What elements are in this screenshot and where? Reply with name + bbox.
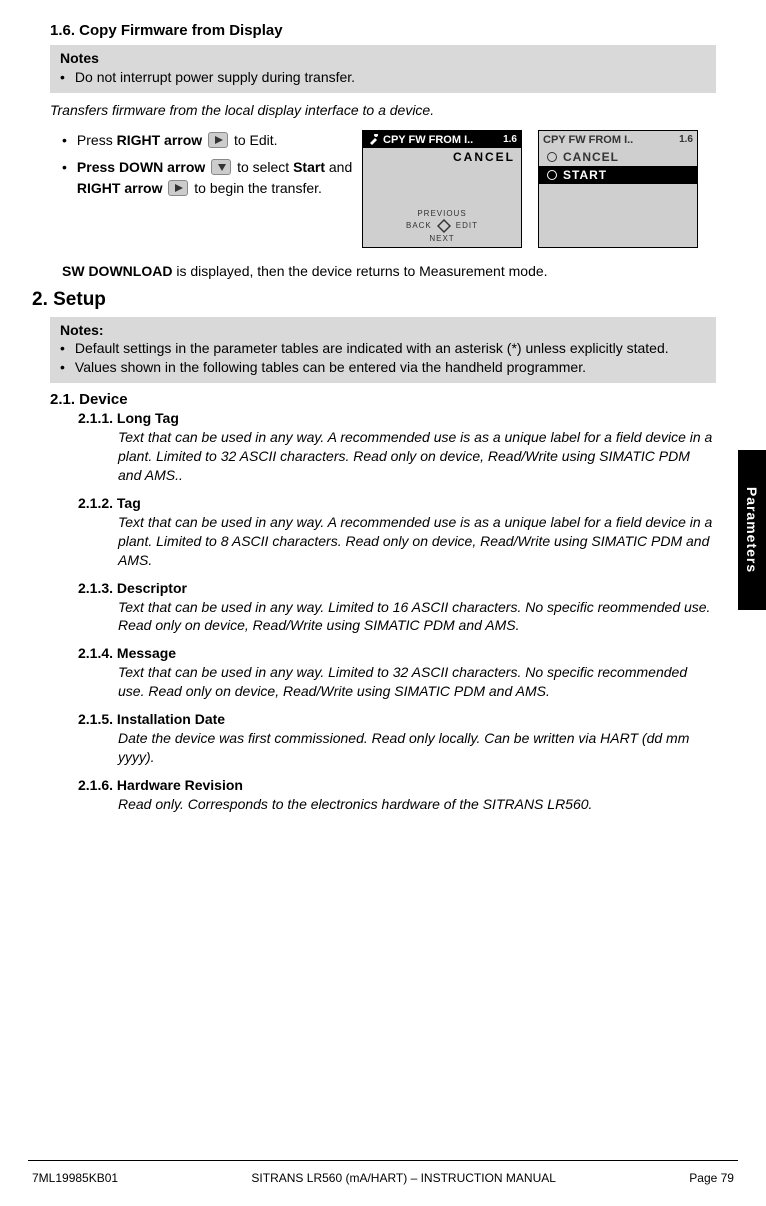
- notes-title: Notes: [60, 50, 99, 66]
- heading-2-setup: 2. Setup: [32, 289, 716, 311]
- entry-heading: 2.1.5. Installation Date: [78, 711, 716, 727]
- side-tab-parameters: Parameters: [738, 450, 766, 610]
- parameter-entry: 2.1.3. Descriptor Text that can be used i…: [78, 580, 716, 636]
- entry-body: Text that can be used in any way. A reco…: [118, 513, 716, 570]
- entry-heading: 2.1.3. Descriptor: [78, 580, 716, 596]
- radio-icon: [547, 170, 557, 180]
- lcd-screen-1: CPY FW FROM I.. 1.6 CANCEL PREVIOUS BACK…: [362, 130, 522, 248]
- entry-body: Text that can be used in any way. A reco…: [118, 428, 716, 485]
- lcd2-version: 1.6: [679, 134, 693, 145]
- entry-body: Text that can be used in any way. Limite…: [118, 598, 716, 636]
- heading-2-1: 2.1. Device: [50, 391, 716, 408]
- sw-download-note: SW DOWNLOAD is displayed, then the devic…: [62, 262, 716, 281]
- step-2: Press DOWN arrow to select Start and RIG…: [62, 157, 362, 199]
- wrench-icon: [367, 134, 379, 146]
- notes-title: Notes:: [60, 322, 104, 338]
- notes-box-setup: Notes: Default settings in the parameter…: [50, 317, 716, 384]
- parameter-entry: 2.1.5. Installation Date Date the device …: [78, 711, 716, 767]
- lcd2-option-start: START: [539, 166, 697, 184]
- footer-page: Page 79: [689, 1171, 734, 1185]
- entry-heading: 2.1.1. Long Tag: [78, 410, 716, 426]
- parameter-entry: 2.1.4. Message Text that can be used in a…: [78, 645, 716, 701]
- lcd-screenshots: CPY FW FROM I.. 1.6 CANCEL PREVIOUS BACK…: [362, 130, 698, 248]
- entry-body: Text that can be used in any way. Limite…: [118, 663, 716, 701]
- note-text: Values shown in the following tables can…: [75, 358, 586, 377]
- footer-title: SITRANS LR560 (mA/HART) – INSTRUCTION MA…: [251, 1171, 556, 1185]
- note-text: Default settings in the parameter tables…: [75, 339, 669, 358]
- lcd-screen-2: CPY FW FROM I.. 1.6 CANCEL START: [538, 130, 698, 248]
- lcd1-cancel: CANCEL: [363, 148, 521, 164]
- step-1: Press RIGHT arrow to Edit.: [62, 130, 362, 151]
- notes-box-1-6: Notes Do not interrupt power supply duri…: [50, 45, 716, 93]
- lcd1-title: CPY FW FROM I..: [383, 134, 473, 146]
- right-arrow-icon: [168, 180, 188, 196]
- parameter-entry: 2.1.6. Hardware Revision Read only. Corre…: [78, 777, 716, 814]
- nav-diamond-icon: [436, 218, 452, 234]
- lcd2-option-cancel: CANCEL: [539, 148, 697, 166]
- entry-body: Date the device was first commissioned. …: [118, 729, 716, 767]
- section-description: Transfers firmware from the local displa…: [50, 101, 716, 120]
- lcd1-version: 1.6: [503, 134, 517, 145]
- steps-list: Press RIGHT arrow to Edit. Press DOWN ar…: [62, 130, 362, 205]
- entry-heading: 2.1.6. Hardware Revision: [78, 777, 716, 793]
- note-text: Do not interrupt power supply during tra…: [75, 68, 355, 87]
- entry-body: Read only. Corresponds to the electronic…: [118, 795, 716, 814]
- parameter-entry: 2.1.1. Long Tag Text that can be used in …: [78, 410, 716, 485]
- side-tab-label: Parameters: [744, 487, 760, 573]
- right-arrow-icon: [208, 132, 228, 148]
- manual-page: Parameters 1.6. Copy Firmware from Displ…: [0, 0, 766, 1160]
- radio-icon: [547, 152, 557, 162]
- entry-heading: 2.1.4. Message: [78, 645, 716, 661]
- heading-1-6: 1.6. Copy Firmware from Display: [50, 22, 716, 39]
- parameter-entry: 2.1.2. Tag Text that can be used in any w…: [78, 495, 716, 570]
- lcd2-title: CPY FW FROM I..: [543, 134, 633, 146]
- down-arrow-icon: [211, 159, 231, 175]
- page-footer: 7ML19985KB01 SITRANS LR560 (mA/HART) – I…: [28, 1160, 738, 1185]
- lcd1-nav: PREVIOUS BACK EDIT NEXT: [363, 209, 521, 243]
- footer-doc-id: 7ML19985KB01: [32, 1171, 118, 1185]
- entry-heading: 2.1.2. Tag: [78, 495, 716, 511]
